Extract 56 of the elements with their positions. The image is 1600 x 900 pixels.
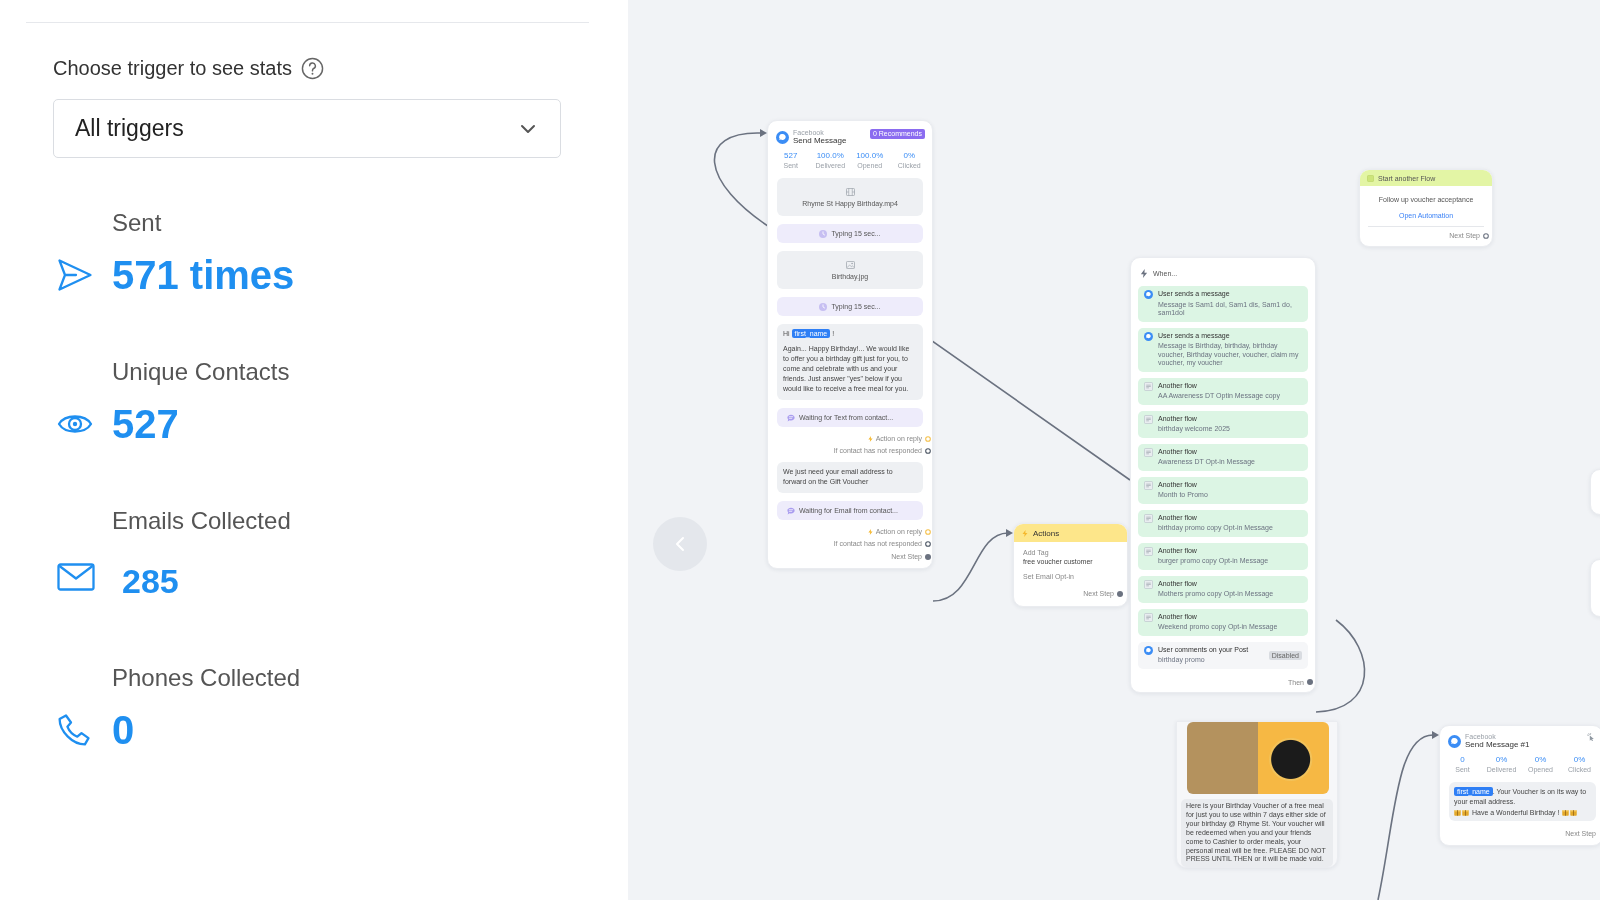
list-icon — [1144, 447, 1153, 457]
bolt-icon — [1140, 268, 1148, 278]
stat-value: 0% — [903, 151, 916, 161]
list-icon — [1144, 579, 1153, 589]
list-icon — [1144, 414, 1153, 424]
chat-icon — [776, 130, 789, 144]
chat-icon — [1144, 645, 1153, 655]
list-icon — [1144, 612, 1153, 622]
stat-value: 100.0% — [816, 151, 844, 161]
phone-icon — [57, 713, 91, 747]
list-icon — [1144, 546, 1153, 556]
chat-icon — [1448, 734, 1461, 748]
trigger-label: Choose trigger to see stats — [53, 56, 292, 80]
bolt-icon — [1022, 529, 1028, 537]
mail-icon — [57, 563, 95, 591]
stat-label: Phones Collected — [112, 664, 301, 692]
node-title: Send Message #1 — [1465, 740, 1530, 750]
port-dot-icon — [1307, 679, 1313, 685]
stat-label: Sent — [112, 209, 162, 237]
port-dot-icon — [925, 554, 931, 560]
stat-value: 0 — [1460, 755, 1465, 765]
stat-value: 0% — [1495, 755, 1508, 765]
chat-icon — [1144, 331, 1153, 341]
stat-value: 0% — [1534, 755, 1547, 765]
bolt-icon — [867, 529, 873, 535]
stat-value: 571 times — [112, 252, 295, 298]
node-title: Actions — [1033, 528, 1060, 538]
trigger-dropdown[interactable]: All triggers — [53, 99, 561, 158]
stat-value: 285 — [121, 561, 179, 602]
clock-icon — [819, 303, 828, 311]
chat-icon — [1144, 290, 1153, 299]
stat-label: Unique Contacts — [112, 358, 290, 386]
list-icon — [1144, 381, 1153, 391]
port-ring-icon — [1483, 232, 1489, 239]
image-icon — [845, 261, 855, 269]
stat-value: 0% — [1573, 755, 1586, 765]
clock-icon — [819, 230, 828, 238]
stat-value: 100.0% — [856, 151, 884, 161]
chat-bubble-icon — [787, 414, 795, 422]
stat-value: 527 — [784, 151, 798, 161]
stat-value: 0 — [112, 707, 135, 753]
square-icon — [1367, 174, 1374, 182]
bolt-icon — [867, 436, 873, 442]
list-icon — [1144, 480, 1153, 490]
cursor-icon — [1587, 733, 1595, 741]
send-icon — [57, 258, 93, 292]
film-icon — [845, 188, 855, 196]
chevron-left-icon — [675, 536, 685, 552]
node-title: Send Message — [793, 136, 847, 146]
chevron-down-icon — [520, 123, 536, 134]
chat-bubble-icon — [787, 507, 795, 515]
port-dot-icon — [1117, 590, 1123, 597]
list-icon — [1144, 513, 1153, 523]
stat-value: 527 — [112, 401, 179, 447]
stat-label: Emails Collected — [112, 507, 291, 535]
help-icon[interactable] — [301, 56, 324, 80]
